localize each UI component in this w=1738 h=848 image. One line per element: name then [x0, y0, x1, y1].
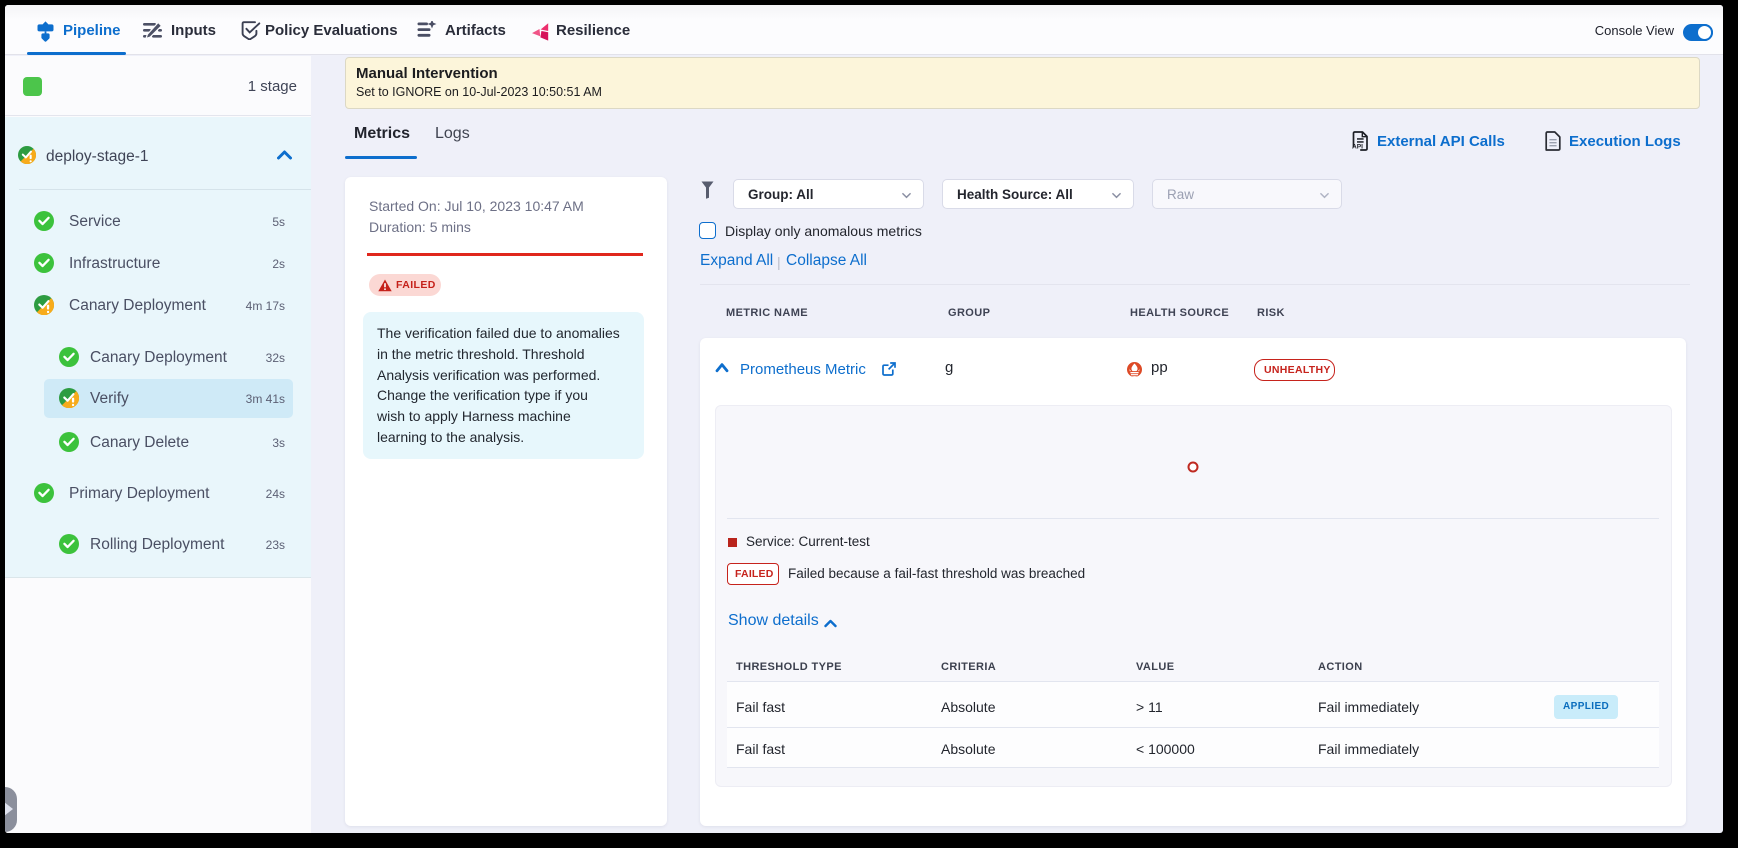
- svg-text:API: API: [1352, 144, 1363, 151]
